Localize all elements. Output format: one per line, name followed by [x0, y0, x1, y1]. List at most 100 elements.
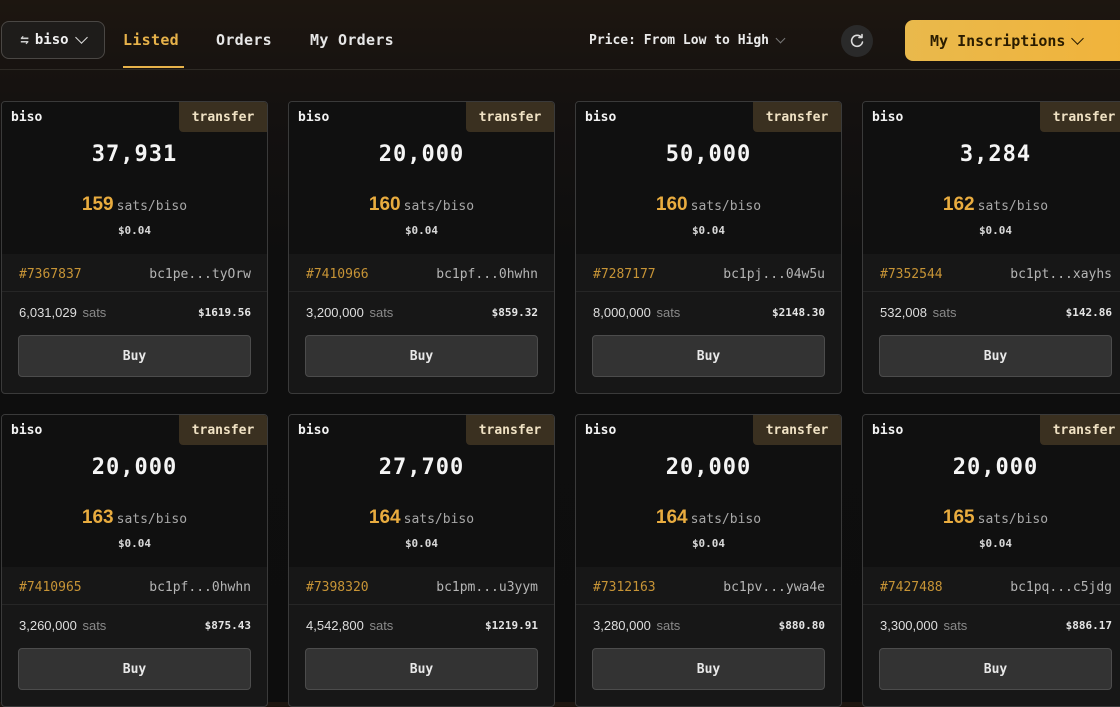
unit-price: 165 sats/biso [863, 507, 1120, 529]
inscription-number-link[interactable]: #7287177 [593, 267, 656, 282]
buy-button[interactable]: Buy [592, 335, 825, 377]
total-price: 532,008 sats [880, 305, 956, 320]
my-inscriptions-label: My Inscriptions [930, 31, 1066, 50]
buy-button[interactable]: Buy [305, 335, 538, 377]
buy-button[interactable]: Buy [592, 648, 825, 690]
unit-price-usd: $0.04 [117, 537, 152, 550]
total-price: 3,200,000 sats [306, 305, 393, 320]
transfer-badge: transfer [466, 102, 554, 132]
transfer-badge: transfer [466, 415, 554, 445]
inscription-amount: 50,000 [665, 142, 752, 167]
unit-price-unit: sats/biso [403, 512, 475, 527]
buy-button[interactable]: Buy [18, 335, 251, 377]
unit-price: 159 sats/biso [2, 194, 267, 216]
total-price-usd: $859.32 [491, 306, 538, 319]
unit-price-value: 164 [655, 507, 688, 528]
seller-address[interactable]: bc1pj...04w5u [723, 267, 825, 282]
inscription-amount: 3,284 [959, 142, 1032, 167]
listing-card: biso transfer 20,000 165 sats/biso $0.04 … [862, 414, 1120, 707]
total-price-value: 6,031,029 [19, 305, 77, 320]
card-ticker: biso [585, 110, 617, 125]
card-ticker: biso [298, 423, 330, 438]
total-price-unit: sats [82, 305, 107, 320]
inscription-amount: 20,000 [665, 455, 752, 480]
unit-price-usd: $0.04 [691, 224, 726, 237]
divider [576, 291, 841, 292]
listing-card: biso transfer 20,000 160 sats/biso $0.04 … [288, 101, 555, 394]
unit-price: 160 sats/biso [576, 194, 841, 216]
card-ticker: biso [11, 423, 43, 438]
buy-button[interactable]: Buy [879, 335, 1112, 377]
card-ticker: biso [872, 423, 904, 438]
refresh-button[interactable] [841, 25, 873, 57]
total-price-value: 4,542,800 [306, 618, 364, 633]
inscription-amount: 37,931 [91, 142, 178, 167]
listing-card: biso transfer 27,700 164 sats/biso $0.04 … [288, 414, 555, 707]
total-price-unit: sats [369, 618, 394, 633]
total-price-unit: sats [656, 305, 681, 320]
buy-button[interactable]: Buy [879, 648, 1112, 690]
ticker-select[interactable]: ⇋ biso [1, 21, 105, 59]
inscription-amount: 20,000 [378, 142, 465, 167]
inscription-number-link[interactable]: #7410965 [19, 580, 82, 595]
total-price-usd: $1219.91 [485, 619, 538, 632]
my-inscriptions-button[interactable]: My Inscriptions [905, 20, 1120, 61]
seller-address[interactable]: bc1pe...tyOrw [149, 267, 251, 282]
top-bar: ⇋ biso Listed Orders My Orders Price: Fr… [0, 0, 1120, 70]
divider [289, 604, 554, 605]
unit-price-value: 162 [942, 194, 975, 215]
inscription-number-link[interactable]: #7312163 [593, 580, 656, 595]
total-price: 3,260,000 sats [19, 618, 106, 633]
chevron-down-icon [1071, 31, 1085, 45]
listing-card: biso transfer 20,000 164 sats/biso $0.04 … [575, 414, 842, 707]
total-price-value: 532,008 [880, 305, 927, 320]
inscription-number-link[interactable]: #7352544 [880, 267, 943, 282]
inscription-amount: 20,000 [91, 455, 178, 480]
unit-price-value: 160 [655, 194, 688, 215]
seller-address[interactable]: bc1pf...0hwhn [436, 267, 538, 282]
seller-address[interactable]: bc1pf...0hwhn [149, 580, 251, 595]
total-price-usd: $886.17 [1065, 619, 1112, 632]
active-tab-indicator [123, 66, 184, 68]
unit-price: 164 sats/biso [289, 507, 554, 529]
unit-price-value: 159 [81, 194, 114, 215]
tab-my-orders[interactable]: My Orders [310, 31, 394, 49]
total-price-usd: $1619.56 [198, 306, 251, 319]
total-price-usd: $142.86 [1065, 306, 1112, 319]
total-price-value: 3,200,000 [306, 305, 364, 320]
unit-price-usd: $0.04 [978, 537, 1013, 550]
seller-address[interactable]: bc1pv...ywa4e [723, 580, 825, 595]
inscription-number-link[interactable]: #7367837 [19, 267, 82, 282]
transfer-badge: transfer [1040, 415, 1120, 445]
total-price-unit: sats [82, 618, 107, 633]
total-price-value: 3,280,000 [593, 618, 651, 633]
unit-price-unit: sats/biso [977, 512, 1049, 527]
ticker-select-label: biso [34, 32, 69, 48]
inscription-number-link[interactable]: #7410966 [306, 267, 369, 282]
seller-address[interactable]: bc1pm...u3yym [436, 580, 538, 595]
unit-price-value: 165 [942, 507, 975, 528]
tab-listed[interactable]: Listed [123, 31, 179, 49]
inscription-number-link[interactable]: #7398320 [306, 580, 369, 595]
inscription-number-link[interactable]: #7427488 [880, 580, 943, 595]
buy-button[interactable]: Buy [18, 648, 251, 690]
total-price: 8,000,000 sats [593, 305, 680, 320]
unit-price-unit: sats/biso [977, 199, 1049, 214]
card-ticker: biso [11, 110, 43, 125]
buy-button[interactable]: Buy [305, 648, 538, 690]
tab-orders[interactable]: Orders [216, 31, 272, 49]
total-price-usd: $880.80 [778, 619, 825, 632]
inscription-amount: 20,000 [952, 455, 1039, 480]
unit-price-unit: sats/biso [403, 199, 475, 214]
total-price-unit: sats [943, 618, 968, 633]
total-price-value: 3,300,000 [880, 618, 938, 633]
unit-price-usd: $0.04 [691, 537, 726, 550]
unit-price-usd: $0.04 [404, 537, 439, 550]
card-ticker: biso [585, 423, 617, 438]
seller-address[interactable]: bc1pq...c5jdg [1010, 580, 1112, 595]
unit-price-unit: sats/biso [116, 512, 188, 527]
total-price: 3,300,000 sats [880, 618, 967, 633]
seller-address[interactable]: bc1pt...xayhs [1010, 267, 1112, 282]
unit-price: 160 sats/biso [289, 194, 554, 216]
sort-select[interactable]: Price: From Low to High [589, 33, 786, 48]
